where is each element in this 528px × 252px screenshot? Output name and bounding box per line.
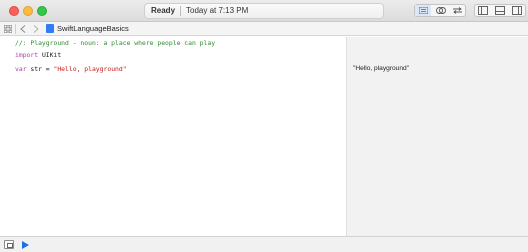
module-name: UIKit (38, 51, 62, 59)
activity-separator (180, 6, 181, 16)
version-editor-icon (453, 7, 462, 14)
playground-file-icon (46, 24, 54, 33)
standard-editor-icon (419, 7, 428, 14)
standard-editor-button[interactable] (415, 5, 431, 16)
debug-area-toggle-button[interactable] (492, 5, 508, 16)
variable-declaration: str = (26, 65, 54, 73)
bottom-bar (0, 236, 528, 252)
xcode-playground-window: Ready Today at 7:13 PM SwiftLanguageBasi… (0, 0, 528, 252)
code-line-1: //: Playground - noun: a place where peo… (15, 39, 216, 47)
close-window-button[interactable] (9, 6, 19, 16)
status-label: Ready (151, 6, 176, 15)
editor-mode-control (414, 4, 466, 17)
results-sidebar: "Hello, playground" (346, 37, 528, 236)
utilities-toggle-icon (512, 6, 522, 15)
minimize-window-button[interactable] (23, 6, 33, 16)
related-items-grid-icon[interactable] (4, 25, 12, 33)
navigator-toggle-button[interactable] (475, 5, 491, 16)
code-line-2: import UIKit (15, 51, 61, 59)
string-literal: "Hello, playground" (53, 65, 127, 73)
chevron-right-icon[interactable] (33, 25, 39, 33)
zoom-window-button[interactable] (37, 6, 47, 16)
jump-bar-separator (15, 24, 16, 34)
source-editor[interactable]: //: Playground - noun: a place where peo… (0, 37, 346, 236)
run-play-icon[interactable] (22, 241, 29, 249)
debug-area-toggle-icon (495, 6, 505, 15)
status-time: Today at 7:13 PM (186, 6, 249, 15)
jump-bar: SwiftLanguageBasics (0, 22, 528, 36)
view-toggle-control (474, 4, 526, 17)
import-keyword: import (15, 51, 39, 59)
navigator-toggle-icon (478, 6, 488, 15)
jump-bar-filename[interactable]: SwiftLanguageBasics (57, 23, 129, 35)
version-editor-button[interactable] (449, 5, 465, 16)
debug-area-show-icon[interactable] (4, 240, 14, 249)
result-value[interactable]: "Hello, playground" (353, 65, 409, 73)
assistant-editor-icon (436, 7, 446, 14)
title-bar: Ready Today at 7:13 PM (0, 0, 528, 22)
assistant-editor-button[interactable] (432, 5, 448, 16)
var-keyword: var (15, 65, 27, 73)
activity-viewer: Ready Today at 7:13 PM (144, 3, 384, 19)
chevron-left-icon[interactable] (20, 25, 26, 33)
code-line-3: var str = "Hello, playground" (15, 65, 127, 73)
utilities-toggle-button[interactable] (509, 5, 525, 16)
